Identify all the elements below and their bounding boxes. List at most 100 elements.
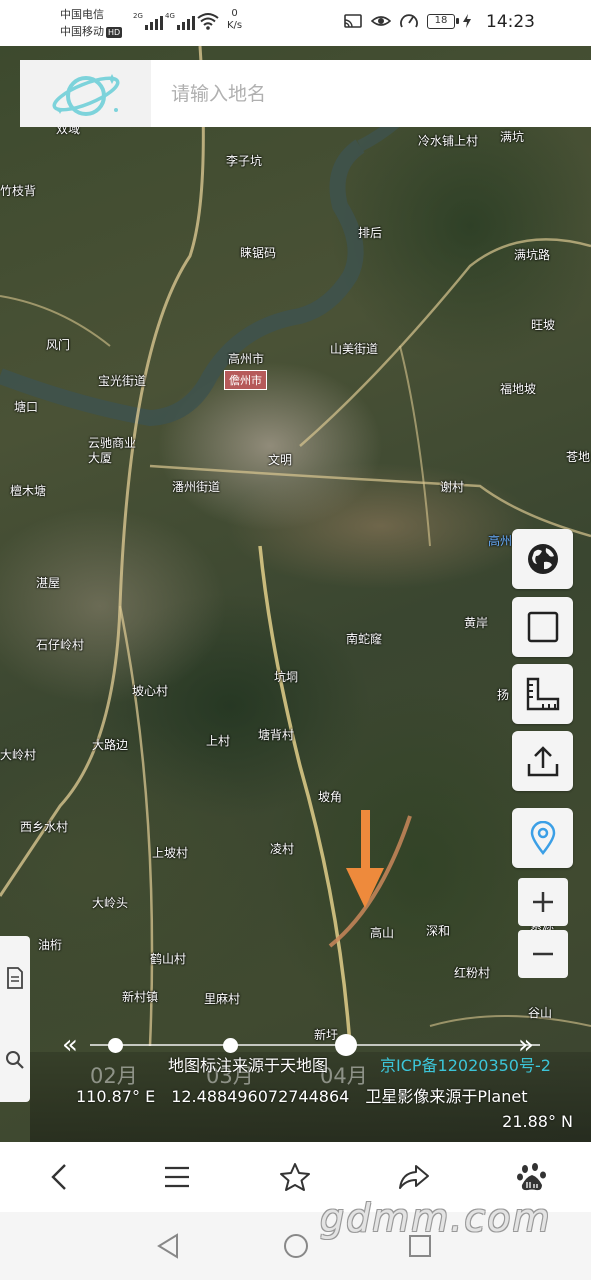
location-pin-icon bbox=[530, 821, 555, 855]
place-label: 新村镇 bbox=[122, 990, 159, 1004]
status-bar: 中国电信 中国移动 HD 2G 4G 0 K/s 18 14:23 bbox=[0, 0, 591, 46]
document-icon bbox=[7, 967, 23, 989]
place-label: 湛屋 bbox=[36, 576, 61, 590]
place-label: 油桁 bbox=[38, 938, 63, 952]
timeline-node[interactable] bbox=[223, 1038, 238, 1053]
charging-icon bbox=[463, 14, 471, 28]
circle-home-icon bbox=[284, 1234, 308, 1258]
place-label: 山美街道 bbox=[330, 342, 379, 356]
satellite-map[interactable]: 双域 李子坑 冷水铺上村 满坑 竹枝背 排后 睐锯码 满坑路 高州市 山美街道 … bbox=[0, 46, 591, 1142]
place-label: 谢村 bbox=[440, 480, 465, 494]
search-button[interactable] bbox=[0, 1040, 30, 1080]
square-icon bbox=[527, 611, 558, 643]
baidu-paw-icon bbox=[516, 1163, 546, 1191]
net-speed: 0 K/s bbox=[227, 8, 243, 31]
search-input[interactable] bbox=[171, 82, 551, 105]
timeline-prev-icon[interactable]: « bbox=[62, 1032, 78, 1058]
place-label: 坡角 bbox=[318, 790, 343, 804]
place-label: 凌村 bbox=[270, 842, 295, 856]
latitude: 21.88° N bbox=[502, 1112, 573, 1131]
imagery-source: 卫星影像来源于Planet bbox=[365, 1087, 528, 1106]
plus-icon bbox=[533, 892, 553, 912]
globe-icon bbox=[527, 544, 558, 574]
place-label: 深和 bbox=[426, 924, 451, 938]
place-label: 文明 bbox=[268, 453, 293, 467]
globe-button[interactable] bbox=[512, 529, 573, 589]
place-label: 大岭头 bbox=[92, 896, 129, 910]
triangle-back-icon bbox=[157, 1233, 178, 1259]
place-label: 谷山 bbox=[528, 1006, 553, 1020]
clock: 14:23 bbox=[486, 12, 535, 32]
place-label: 高州市 bbox=[228, 352, 265, 366]
share-arrow-icon bbox=[398, 1165, 429, 1189]
place-label: 排后 bbox=[358, 226, 383, 240]
place-label: 李子坑 bbox=[226, 154, 263, 168]
place-label: 扬 bbox=[497, 688, 510, 702]
zoom-out-button[interactable] bbox=[518, 930, 568, 978]
area-select-button[interactable] bbox=[512, 597, 573, 657]
favorite-button[interactable] bbox=[265, 1147, 325, 1207]
carrier-info: 中国电信 中国移动 HD bbox=[60, 6, 123, 40]
battery-icon: 18 bbox=[427, 13, 459, 29]
place-label: 坑垌 bbox=[274, 670, 299, 684]
nav-back-button[interactable] bbox=[152, 1230, 184, 1262]
icp-link[interactable]: 京ICP备12020350号-2 bbox=[380, 1052, 551, 1076]
place-label: 上坡村 bbox=[152, 846, 189, 860]
signal-strength-icon-2: 4G bbox=[165, 12, 195, 30]
map-attribution: 地图标注来源于天地图 bbox=[168, 1056, 329, 1075]
place-label: 大路边 bbox=[92, 738, 129, 752]
search-bar bbox=[20, 60, 591, 127]
measure-button[interactable] bbox=[512, 664, 573, 724]
nav-home-button[interactable] bbox=[280, 1230, 312, 1262]
place-label: 旺坡 bbox=[531, 318, 556, 332]
place-label: 檀木塘 bbox=[10, 484, 47, 498]
place-label: 坡心村 bbox=[132, 684, 169, 698]
timeline-handle[interactable] bbox=[335, 1034, 357, 1056]
city-badge: 儋州市 bbox=[224, 370, 267, 390]
place-label: 福地坡 bbox=[500, 382, 537, 396]
locate-button[interactable] bbox=[512, 808, 573, 868]
place-label: 宝光街道 bbox=[98, 374, 147, 388]
share-button[interactable] bbox=[512, 731, 573, 791]
back-button[interactable] bbox=[29, 1147, 89, 1207]
place-label: 石仔岭村 bbox=[36, 638, 85, 652]
place-label: 黄岸 bbox=[464, 616, 489, 630]
app-logo[interactable] bbox=[20, 60, 151, 127]
coordinate-value: 12.488496072744864 bbox=[171, 1087, 350, 1106]
ruler-icon bbox=[526, 677, 559, 711]
place-label: 苍地 bbox=[566, 450, 591, 464]
speedometer-icon bbox=[400, 14, 418, 28]
coordinates-line: 110.87° E 12.488496072744864 卫星影像来源于Planet bbox=[76, 1083, 544, 1107]
document-button[interactable] bbox=[0, 958, 30, 998]
cast-icon bbox=[344, 14, 362, 28]
place-label: 满坑路 bbox=[514, 248, 551, 262]
place-label: 塘口 bbox=[14, 400, 39, 414]
carrier-2: 中国移动 bbox=[60, 25, 104, 38]
planet-logo-icon bbox=[52, 73, 119, 116]
carrier-1: 中国电信 bbox=[60, 8, 104, 21]
menu-button[interactable] bbox=[147, 1147, 207, 1207]
place-label: 红粉村 bbox=[454, 966, 491, 980]
place-label: 风门 bbox=[46, 338, 71, 352]
place-label: 高山 bbox=[370, 926, 395, 940]
map-roads bbox=[0, 46, 591, 1047]
watermark: gdmm.com bbox=[320, 1196, 552, 1240]
longitude: 110.87° E bbox=[76, 1087, 156, 1106]
upload-icon bbox=[527, 746, 558, 777]
left-tool-panel bbox=[0, 936, 30, 1102]
eye-icon bbox=[371, 16, 391, 26]
wifi-icon bbox=[197, 13, 219, 30]
timeline-node[interactable] bbox=[108, 1038, 123, 1053]
zoom-in-button[interactable] bbox=[518, 878, 568, 926]
minus-icon bbox=[533, 952, 553, 956]
place-label: 上村 bbox=[206, 734, 231, 748]
search-icon bbox=[6, 1051, 24, 1069]
hamburger-menu-icon bbox=[165, 1166, 190, 1188]
place-label: 潘州街道 bbox=[172, 480, 221, 494]
place-label: 满坑 bbox=[500, 130, 525, 144]
place-label: 里麻村 bbox=[204, 992, 241, 1006]
signal-strength-icon-1: 2G bbox=[133, 12, 163, 30]
place-label: 鹤山村 bbox=[150, 952, 187, 966]
timeline-track[interactable] bbox=[90, 1044, 540, 1046]
place-label: 冷水铺上村 bbox=[418, 134, 479, 148]
